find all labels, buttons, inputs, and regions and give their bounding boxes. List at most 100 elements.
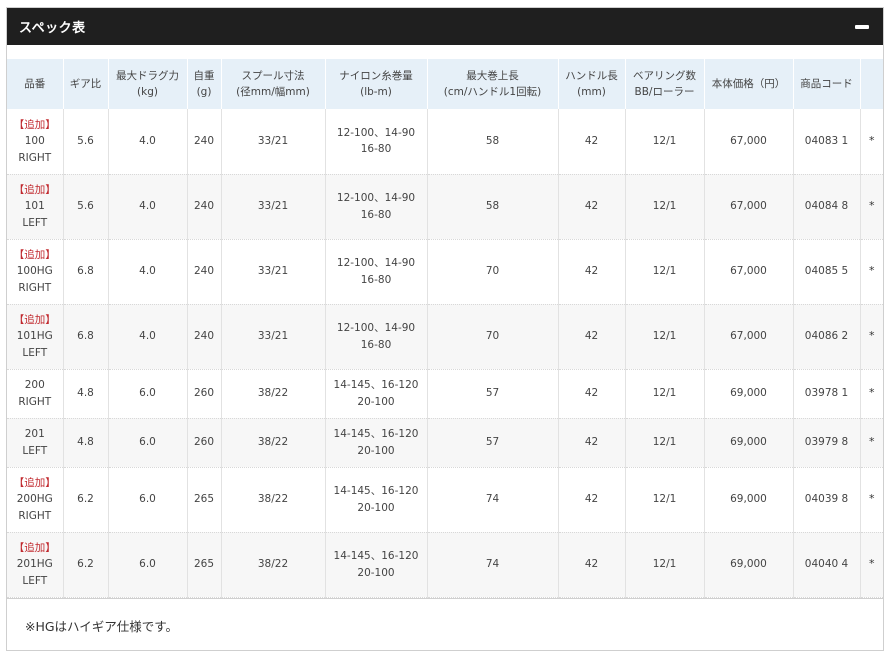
price-cell: 69,000 <box>704 532 794 598</box>
panel-header: スペック表 <box>7 8 883 45</box>
max-retrieve-cell: 74 <box>427 467 559 533</box>
line-capacity-line: 16-80 <box>360 338 392 351</box>
max-drag-cell: 6.0 <box>108 532 188 598</box>
asterisk-mark: * <box>860 369 883 419</box>
line-capacity-cell: 12-100、14-90 16-80 <box>325 174 428 240</box>
model-cell: 【追加】 100HG RIGHT <box>7 239 64 305</box>
asterisk-mark: * <box>860 239 883 305</box>
bearing-cell: 12/1 <box>625 174 705 240</box>
table-body: 【追加】 100 RIGHT 5.6 4.0 240 33/21 12-100、14-90 16… <box>7 109 883 598</box>
column-header-line: 商品コード <box>800 78 853 90</box>
added-badge: 【追加】 <box>13 183 56 196</box>
model-number: LEFT <box>22 574 48 587</box>
product-code-cell: 04083 1 <box>793 109 861 175</box>
asterisk-mark: * <box>860 532 883 598</box>
asterisk-mark: * <box>860 467 883 533</box>
spool-size-cell: 38/22 <box>221 369 326 419</box>
table-header-row: 品番 ギア比 最大ドラグ力 (kg) 自重 (g) スプール寸法 (径mm/幅mm) ナイロン糸… <box>7 59 883 109</box>
added-badge: 【追加】 <box>13 313 56 326</box>
handle-length-cell: 42 <box>558 109 626 175</box>
gear-ratio-cell: 4.8 <box>63 418 109 468</box>
line-capacity-line: 14-145、16-120 <box>333 379 419 391</box>
column-header-line: BB/ローラー <box>634 86 695 98</box>
column-header-line: (kg) <box>137 86 158 98</box>
product-code-cell: 03978 1 <box>793 369 861 419</box>
gear-ratio-cell: 6.2 <box>63 467 109 533</box>
gear-ratio-cell: 5.6 <box>63 174 109 240</box>
max-drag-cell: 4.0 <box>108 174 188 240</box>
table-row: 200 RIGHT 4.8 6.0 260 38/22 14-145、16-120 20-10… <box>7 369 883 419</box>
table-row: 【追加】 200HG RIGHT 6.2 6.0 265 38/22 14-145、16-12… <box>7 467 883 533</box>
line-capacity-cell: 14-145、16-120 20-100 <box>325 532 428 598</box>
bearing-cell: 12/1 <box>625 109 705 175</box>
footnote: ※HGはハイギア仕様です。 <box>7 597 883 652</box>
max-drag-cell: 6.0 <box>108 369 188 419</box>
product-code-cell: 04039 8 <box>793 467 861 533</box>
table-row: 【追加】 100 RIGHT 5.6 4.0 240 33/21 12-100、14-90 16… <box>7 109 883 175</box>
price-cell: 69,000 <box>704 418 794 468</box>
model-cell: 201 LEFT <box>7 418 64 468</box>
column-header-line: スプール寸法 <box>241 70 305 82</box>
collapse-button[interactable] <box>851 16 873 38</box>
line-capacity-line: 14-145、16-120 <box>333 550 419 562</box>
model-number: RIGHT <box>18 281 52 294</box>
gear-ratio-cell: 6.8 <box>63 304 109 370</box>
bearing-cell: 12/1 <box>625 532 705 598</box>
model-number: 101HG <box>16 330 53 343</box>
line-capacity-line: 16-80 <box>360 273 392 286</box>
column-header-line: 本体価格（円） <box>711 78 786 90</box>
weight-cell: 240 <box>187 109 222 175</box>
line-capacity-cell: 12-100、14-90 16-80 <box>325 239 428 305</box>
spool-size-cell: 38/22 <box>221 418 326 468</box>
line-capacity-cell: 14-145、16-120 20-100 <box>325 369 428 419</box>
model-cell: 【追加】 100 RIGHT <box>7 109 64 175</box>
column-header: ベアリング数 BB/ローラー <box>625 59 705 109</box>
model-cell: 【追加】 201HG LEFT <box>7 532 64 598</box>
handle-length-cell: 42 <box>558 418 626 468</box>
line-capacity-line: 20-100 <box>357 395 395 408</box>
column-header-line: 品番 <box>24 78 46 90</box>
handle-length-cell: 42 <box>558 239 626 305</box>
panel-title: スペック表 <box>19 21 86 36</box>
spool-size-cell: 33/21 <box>221 109 326 175</box>
column-header-line: ナイロン糸巻量 <box>339 70 413 82</box>
bearing-cell: 12/1 <box>625 239 705 305</box>
price-cell: 67,000 <box>704 174 794 240</box>
line-capacity-line: 12-100、14-90 <box>336 126 416 139</box>
column-header: 商品コード <box>793 59 861 109</box>
asterisk-mark: * <box>860 174 883 240</box>
max-retrieve-cell: 57 <box>427 369 559 419</box>
max-retrieve-cell: 74 <box>427 532 559 598</box>
weight-cell: 240 <box>187 239 222 305</box>
column-header-line: 自重 <box>193 70 215 82</box>
column-header: 自重 (g) <box>187 59 222 109</box>
spec-panel: スペック表 品番 ギア比 最大ドラグ力 (kg) 自重 (g) スプール寸法 (径m <box>6 7 884 651</box>
model-cell: 【追加】 101 LEFT <box>7 174 64 240</box>
max-retrieve-cell: 70 <box>427 304 559 370</box>
line-capacity-line: 20-100 <box>357 444 395 457</box>
model-cell: 【追加】 200HG RIGHT <box>7 467 64 533</box>
model-cell: 200 RIGHT <box>7 369 64 419</box>
line-capacity-line: 20-100 <box>357 566 395 579</box>
model-number: 100 <box>24 135 45 147</box>
bearing-cell: 12/1 <box>625 304 705 370</box>
spool-size-cell: 33/21 <box>221 174 326 240</box>
weight-cell: 240 <box>187 174 222 240</box>
spec-table: 品番 ギア比 最大ドラグ力 (kg) 自重 (g) スプール寸法 (径mm/幅mm) ナイロン糸… <box>7 59 883 598</box>
table-row: 【追加】 201HG LEFT 6.2 6.0 265 38/22 14-145、16-120… <box>7 532 883 598</box>
table-row: 201 LEFT 4.8 6.0 260 38/22 14-145、16-120 20-100… <box>7 418 883 468</box>
gear-ratio-cell: 4.8 <box>63 369 109 419</box>
column-header-line: ベアリング数 <box>633 70 696 82</box>
max-retrieve-cell: 70 <box>427 239 559 305</box>
model-number: 100HG <box>16 265 53 278</box>
column-header: 最大ドラグ力 (kg) <box>108 59 188 109</box>
weight-cell: 260 <box>187 418 222 468</box>
product-code-cell: 04085 5 <box>793 239 861 305</box>
model-number: 200HG <box>16 493 53 506</box>
table-row: 【追加】 101HG LEFT 6.8 4.0 240 33/21 12-100、14-90 1… <box>7 304 883 370</box>
max-drag-cell: 4.0 <box>108 304 188 370</box>
handle-length-cell: 42 <box>558 467 626 533</box>
added-badge: 【追加】 <box>13 248 56 261</box>
column-header-line: (lb-m) <box>360 86 392 98</box>
max-drag-cell: 4.0 <box>108 109 188 175</box>
